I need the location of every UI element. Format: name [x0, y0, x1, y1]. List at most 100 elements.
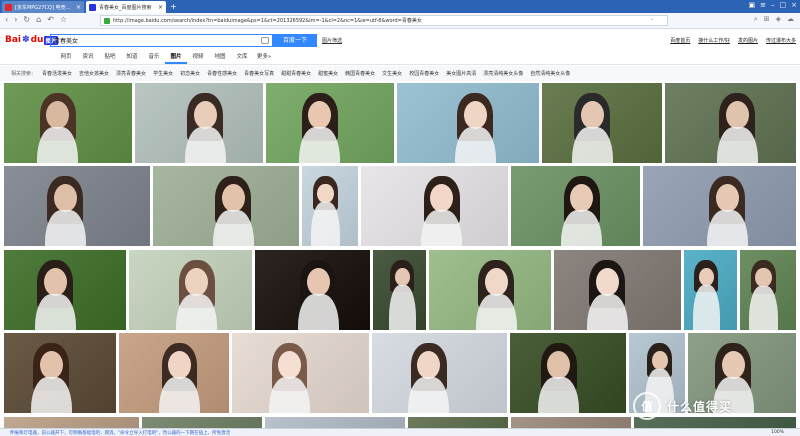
related-item[interactable]: 吉他女孩美女	[79, 70, 109, 77]
image-thumbnail[interactable]	[255, 250, 370, 330]
url-dropdown-icon[interactable]: ⌄	[650, 16, 654, 22]
image-thumbnail[interactable]	[4, 333, 116, 413]
tab-wenku[interactable]: 文库	[231, 51, 253, 64]
image-thumbnail[interactable]	[265, 417, 405, 428]
search-icon[interactable]: ⌕	[754, 15, 758, 24]
image-thumbnail[interactable]	[119, 333, 229, 413]
image-thumbnail[interactable]	[511, 166, 640, 246]
search-button[interactable]: 百度一下	[273, 34, 317, 47]
related-item[interactable]: 韩国青春美女	[345, 70, 375, 77]
star-icon[interactable]: ☆	[60, 15, 67, 24]
close-icon[interactable]: ×	[158, 4, 163, 11]
related-item[interactable]: 甜甜青春美女	[281, 70, 311, 77]
image-filter-link[interactable]: 图片筛选	[322, 37, 342, 44]
menu-icon[interactable]: ≡	[760, 1, 766, 9]
new-tab-button[interactable]: +	[170, 2, 177, 11]
baidu-header: Bai ✽ du 图片 青春美女 百度一下 图片筛选 百度首页 接什么工作/好 发的图…	[0, 29, 800, 51]
secure-shield-icon	[104, 17, 110, 24]
related-item[interactable]: 漂亮清纯美女头像	[483, 70, 523, 77]
close-window-icon[interactable]: ×	[791, 1, 797, 9]
image-thumbnail[interactable]	[4, 166, 150, 246]
refresh-icon[interactable]: ↻	[23, 15, 30, 24]
grid-icon[interactable]: ⊞	[764, 15, 770, 24]
shield-icon[interactable]: ◈	[776, 15, 781, 24]
undo-icon[interactable]: ↶	[47, 15, 54, 24]
camera-icon[interactable]	[261, 37, 269, 44]
photo-figure-face	[715, 183, 739, 212]
top-link[interactable]: 百度首页	[670, 37, 690, 44]
tab-more[interactable]: 更多»	[253, 51, 275, 64]
image-thumbnail[interactable]	[542, 83, 662, 163]
image-thumbnail[interactable]	[4, 83, 132, 163]
image-thumbnail[interactable]	[740, 250, 796, 330]
image-thumbnail[interactable]	[511, 417, 631, 428]
url-field[interactable]: http://image.baidu.com/search/index?tn=b…	[100, 15, 668, 26]
logo-du: du	[30, 35, 44, 45]
image-thumbnail[interactable]	[266, 83, 394, 163]
image-thumbnail[interactable]	[373, 250, 426, 330]
skin-icon[interactable]: ▣	[749, 1, 756, 9]
photo-figure-face	[278, 350, 302, 379]
related-item[interactable]: 甜蜜美女	[318, 70, 338, 77]
browser-tab-bar: [京东MPG27CQ] 电竞... × 青春美女_百度图片搜索 × + ▣ ≡ …	[0, 0, 800, 13]
related-item[interactable]: 初恋美女	[180, 70, 200, 77]
photo-figure-body	[30, 377, 72, 413]
image-thumbnail[interactable]	[135, 83, 263, 163]
tab-music[interactable]: 音乐	[143, 51, 165, 64]
top-link[interactable]: 传过瀑布大多	[766, 37, 796, 44]
related-item[interactable]: 漂亮青春美女	[116, 70, 146, 77]
zoom-level[interactable]: 100%	[771, 430, 784, 435]
tab-video[interactable]: 视频	[187, 51, 209, 64]
related-item[interactable]: 青春性感美女	[207, 70, 237, 77]
related-item[interactable]: 青春美女写真	[244, 70, 274, 77]
browser-tab-baidu[interactable]: 青春美女_百度图片搜索 ×	[86, 1, 166, 13]
tab-web[interactable]: 网页	[55, 51, 77, 64]
photo-figure-face	[46, 100, 70, 129]
back-icon[interactable]: ‹	[5, 15, 8, 24]
related-item[interactable]: 学生美女	[153, 70, 173, 77]
image-thumbnail[interactable]	[372, 333, 507, 413]
image-thumbnail[interactable]	[684, 250, 737, 330]
related-item[interactable]: 文生美女	[382, 70, 402, 77]
image-thumbnail[interactable]	[408, 417, 508, 428]
window-controls: ▣ ≡ – □ ×	[749, 1, 798, 9]
minimize-icon[interactable]: –	[771, 1, 775, 9]
related-item[interactable]: 美女图片高清	[446, 70, 476, 77]
search-category-tabs: 网页 资讯 贴吧 知道 音乐 图片 视频 地图 文库 更多»	[0, 51, 800, 65]
related-item[interactable]: 校园青春美女	[409, 70, 439, 77]
tab-map[interactable]: 地图	[209, 51, 231, 64]
tab-news[interactable]: 资讯	[77, 51, 99, 64]
image-thumbnail[interactable]	[4, 250, 126, 330]
search-input[interactable]: 青春美女	[50, 34, 273, 47]
image-thumbnail[interactable]	[643, 166, 796, 246]
image-thumbnail[interactable]	[232, 333, 369, 413]
close-icon[interactable]: ×	[76, 4, 81, 11]
image-thumbnail[interactable]	[665, 83, 796, 163]
tab-tieba[interactable]: 贴吧	[99, 51, 121, 64]
photo-figure-body	[212, 210, 254, 246]
tab-zhidao[interactable]: 知道	[121, 51, 143, 64]
top-link[interactable]: 接什么工作/好	[698, 37, 730, 44]
photo-figure-face	[721, 350, 745, 379]
related-item[interactable]: 自然清纯美女头像	[530, 70, 570, 77]
home-icon[interactable]: ⌂	[36, 15, 41, 24]
tab-title: 青春美女_百度图片搜索	[99, 4, 152, 11]
browser-tab-jd[interactable]: [京东MPG27CQ] 电竞... ×	[2, 1, 84, 13]
photo-figure-face	[417, 350, 441, 379]
tab-images[interactable]: 图片	[165, 51, 187, 64]
image-thumbnail[interactable]	[142, 417, 262, 428]
image-thumbnail[interactable]	[510, 333, 626, 413]
image-thumbnail[interactable]	[4, 417, 139, 428]
image-thumbnail[interactable]	[129, 250, 252, 330]
image-thumbnail[interactable]	[361, 166, 508, 246]
image-thumbnail[interactable]	[429, 250, 551, 330]
top-link[interactable]: 发的图片	[738, 37, 758, 44]
cloud-icon[interactable]: ☁	[787, 15, 794, 24]
image-thumbnail[interactable]	[302, 166, 358, 246]
forward-icon[interactable]: ›	[14, 15, 17, 24]
image-thumbnail[interactable]	[153, 166, 299, 246]
image-thumbnail[interactable]	[397, 83, 539, 163]
maximize-icon[interactable]: □	[780, 1, 787, 9]
image-thumbnail[interactable]	[554, 250, 681, 330]
related-item[interactable]: 青春活泼美女	[42, 70, 72, 77]
